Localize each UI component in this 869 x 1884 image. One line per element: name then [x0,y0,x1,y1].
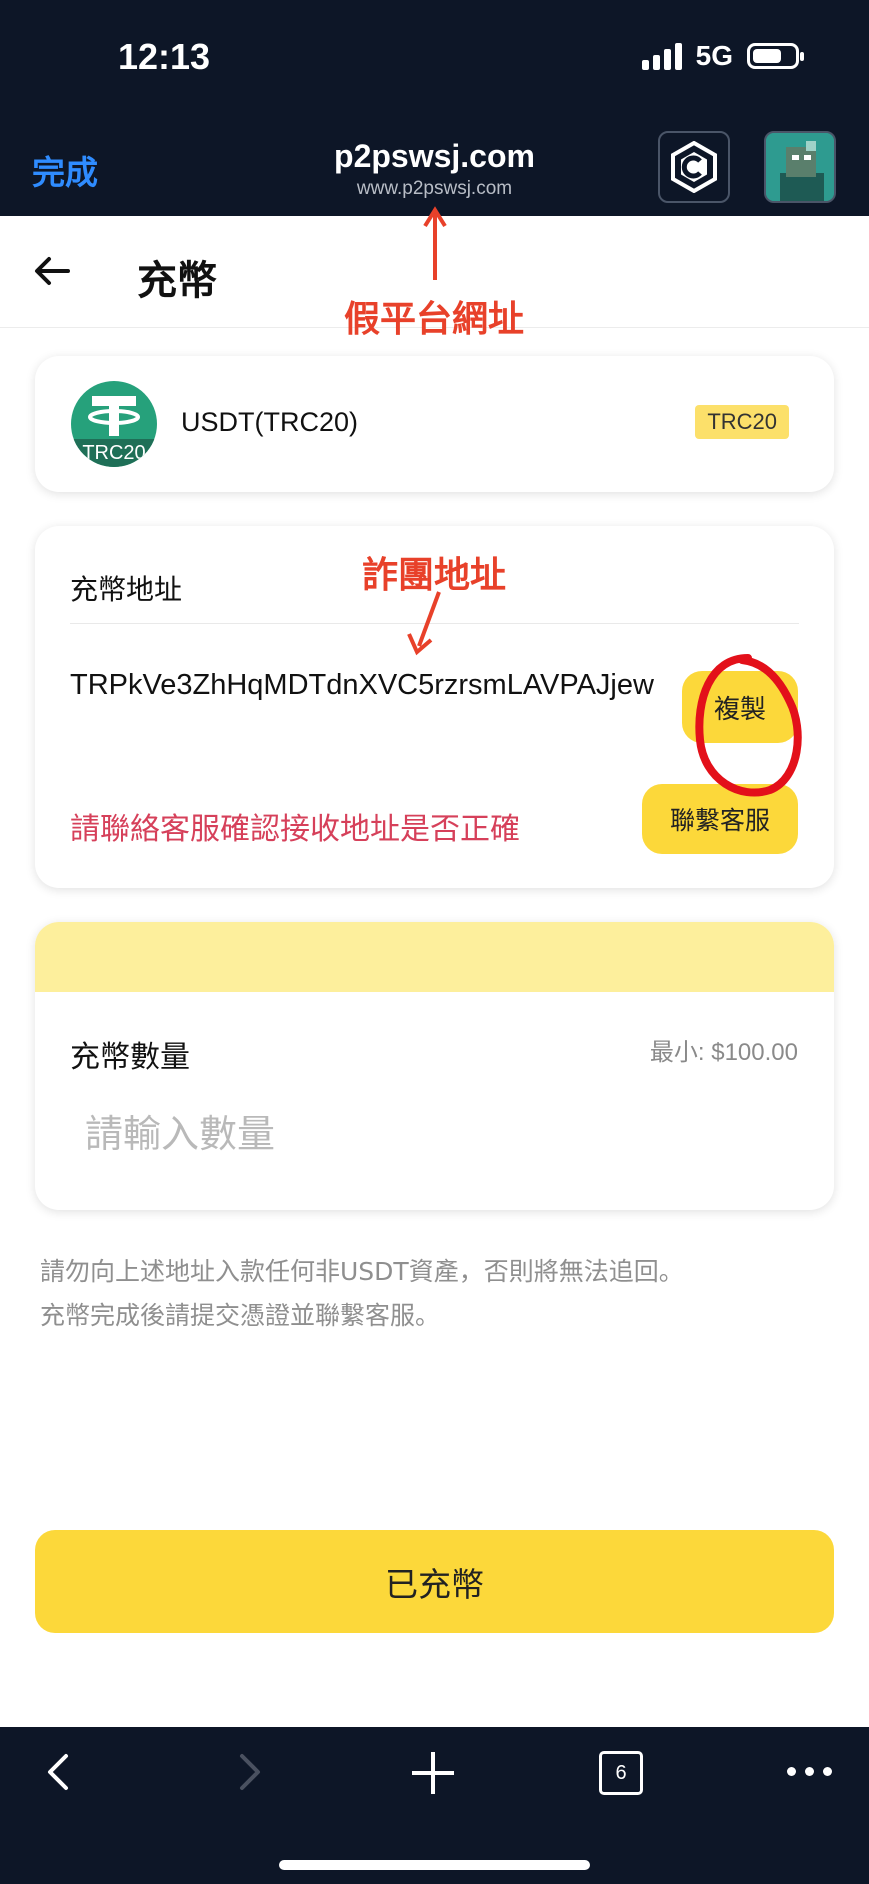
battery-icon [747,43,804,69]
browser-top-bar: 12:13 5G 完成 p2pswsj.com www.p2pswsj.com [0,0,869,216]
annotation-circle-icon [695,654,802,797]
notice-line-2: 充幣完成後請提交憑證並聯繫客服。 [40,1301,441,1330]
amount-label: 充幣數量 [70,1040,190,1075]
annotation-fake-site: 假平台網址 [344,299,525,340]
status-indicators: 5G [641,40,804,72]
site-url: www.p2pswsj.com [356,178,513,199]
coin-name: USDT(TRC20) [181,407,359,437]
deposit-address: TRPkVe3ZhHqMDTdnXVC5rzrsmLAVPAJjew [70,669,654,701]
notice-line-1: 請勿向上述地址入款任何非USDT資產，否則將無法追回。 [40,1257,684,1286]
nav-forward-icon[interactable] [238,1752,262,1792]
coin-chain-label: TRC20 [71,439,157,467]
amount-card: 充幣數量 最小: $100.00 [35,922,834,1210]
more-icon[interactable] [787,1767,832,1776]
amount-minimum: 最小: $100.00 [649,1039,798,1066]
status-time: 12:13 [118,36,211,77]
address-warning: 請聯絡客服確認接收地址是否正確 [70,812,520,847]
extension-icon[interactable] [658,131,730,203]
signal-icon [641,42,682,70]
page-title: 充幣 [137,258,217,304]
network-type: 5G [695,40,733,71]
avatar[interactable] [764,131,836,203]
tabs-count-button[interactable]: 6 [599,1751,643,1795]
address-label: 充幣地址 [70,573,183,606]
new-tab-icon[interactable] [410,1750,456,1796]
deposited-button[interactable]: 已充幣 [35,1530,834,1633]
home-indicator [279,1860,590,1870]
site-title: p2pswsj.com [334,138,535,174]
network-badge: TRC20 [695,405,789,439]
browser-bottom-bar: 6 [0,1727,869,1884]
amount-card-banner [35,922,834,992]
annotation-arrow-up-icon [423,206,447,280]
tether-icon: TRC20 [71,381,157,467]
coin-card[interactable]: TRC20 USDT(TRC20) TRC20 [35,356,834,492]
deposit-notice: 請勿向上述地址入款任何非USDT資產，否則將無法追回。 充幣完成後請提交憑證並聯… [40,1250,684,1338]
annotation-arrow-down-icon [407,591,441,656]
nav-back-icon[interactable] [46,1752,70,1792]
amount-input[interactable] [85,1104,785,1164]
back-arrow-icon[interactable] [34,256,70,286]
